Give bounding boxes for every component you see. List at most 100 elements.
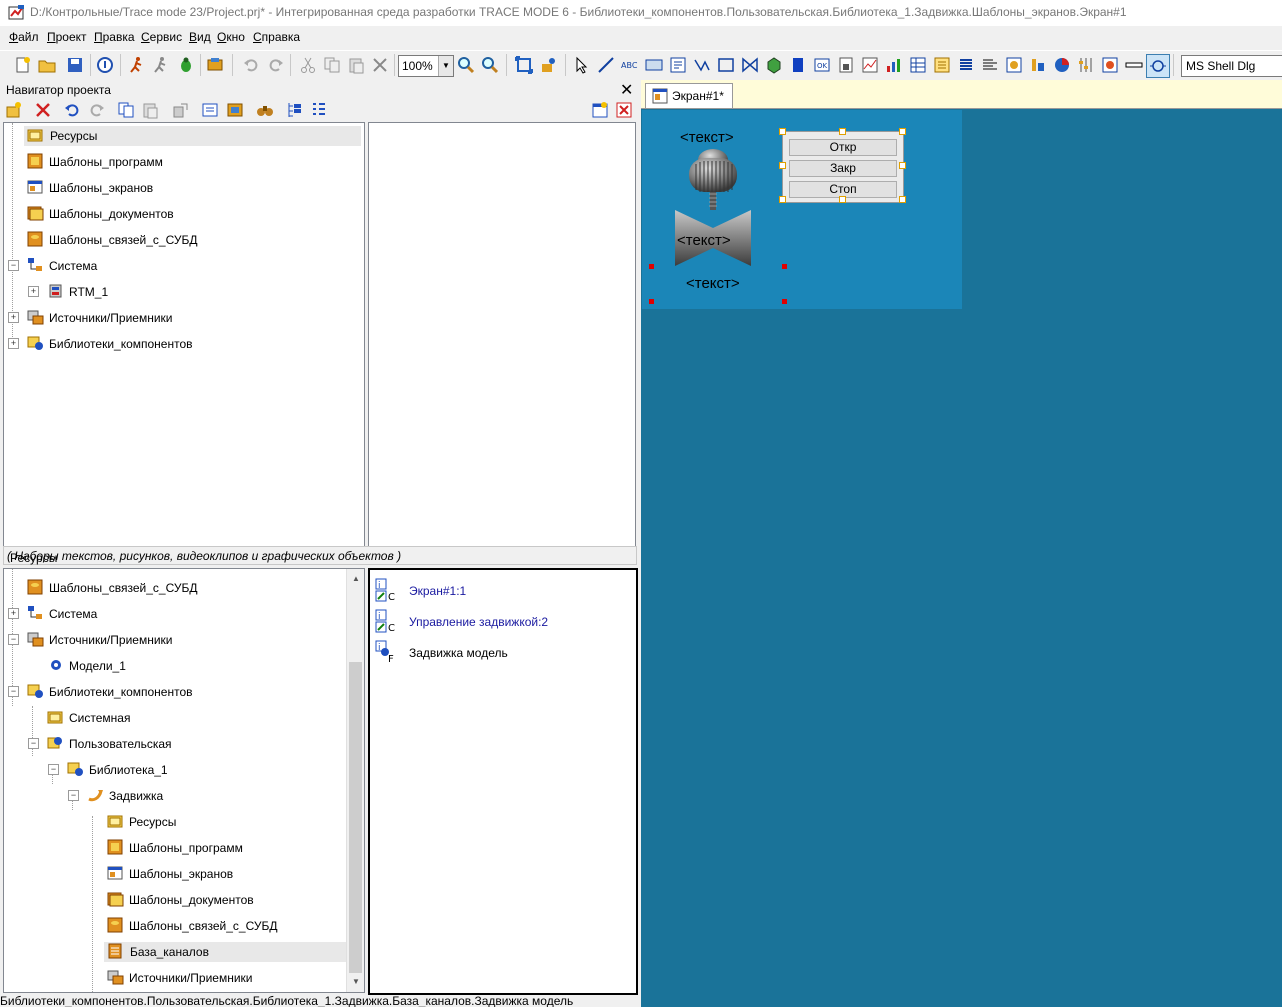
report-tool-icon[interactable] [933,56,951,74]
rectangle-tool-icon[interactable] [717,56,735,74]
chevron-down-icon[interactable]: ▼ [438,56,453,76]
vertical-scrollbar[interactable]: ▲ ▼ [346,569,364,992]
bar-tool-icon[interactable] [789,56,807,74]
tree-collapse-icon[interactable] [310,101,328,119]
paste-icon[interactable] [347,56,365,74]
run-fast-icon[interactable] [152,56,170,74]
ok-button-tool-icon[interactable]: OK [813,56,831,74]
import-icon[interactable] [201,101,219,119]
zoom-select[interactable]: 100% ▼ [398,55,454,77]
open-button[interactable]: Откр [789,139,897,156]
menu-help[interactable]: Справка [253,30,300,44]
tree-item-resources[interactable]: Ресурсы [24,126,361,146]
undo-icon[interactable] [242,56,260,74]
text-box-tool-icon[interactable] [669,56,687,74]
line-tool-icon[interactable] [597,56,615,74]
copy-icon[interactable] [117,101,135,119]
valve-label-bottom[interactable]: <текст> [686,275,740,292]
indicator-tool-icon[interactable] [837,56,855,74]
copy-icon[interactable] [323,56,341,74]
add-window-icon[interactable] [591,101,609,119]
save-icon[interactable] [66,56,84,74]
resize-handle[interactable] [839,196,846,203]
redo-icon[interactable] [267,56,285,74]
close-window-icon[interactable] [615,101,633,119]
menu-view[interactable]: Вид [189,30,211,44]
selection-handle[interactable] [782,299,787,304]
close-icon[interactable]: ✕ [620,80,633,100]
3d-object-tool-icon[interactable] [765,56,783,74]
trend-tool-icon[interactable] [861,56,879,74]
delete-icon[interactable] [371,56,389,74]
resize-handle[interactable] [779,128,786,135]
run-profiler-icon[interactable] [540,56,558,74]
redo-icon[interactable] [88,101,106,119]
pie-tool-icon[interactable] [1053,56,1071,74]
tree-expand-icon[interactable] [286,101,304,119]
tab-screen1[interactable]: Экран#1* [645,83,733,108]
resize-handle[interactable] [779,196,786,203]
menu-project[interactable]: Проект [47,30,87,44]
open-folder-icon[interactable] [38,56,56,74]
valve-control-panel[interactable]: Откр Закр Стоп [782,131,904,203]
resize-handle[interactable] [839,128,846,135]
zoom-out-icon[interactable] [481,56,499,74]
event-tool-icon[interactable] [1005,56,1023,74]
close-button[interactable]: Закр [789,160,897,177]
expand-toggle[interactable]: + [8,312,19,323]
expand-toggle[interactable]: + [8,338,19,349]
pipe-tool-icon[interactable] [1125,56,1143,74]
pointer-icon[interactable] [573,56,591,74]
menu-file[interactable]: Файл [9,30,39,44]
table-tool-icon[interactable] [909,56,927,74]
properties-icon[interactable] [96,56,114,74]
resize-handle[interactable] [899,162,906,169]
scroll-down-icon[interactable]: ▼ [352,977,360,986]
paste-icon[interactable] [141,101,159,119]
collapse-toggle[interactable]: − [48,764,59,775]
expand-toggle[interactable]: + [28,286,39,297]
font-select[interactable]: MS Shell Dlg [1181,55,1282,77]
collapse-toggle[interactable]: − [28,738,39,749]
expand-toggle[interactable]: + [8,608,19,619]
fit-window-icon[interactable] [515,56,533,74]
selection-handle[interactable] [649,264,654,269]
valve-graphic-icon[interactable] [672,148,754,270]
link-icon[interactable] [172,101,190,119]
menu-service[interactable]: Сервис [141,30,182,44]
collapse-toggle[interactable]: − [8,260,19,271]
resize-handle[interactable] [899,128,906,135]
scroll-up-icon[interactable]: ▲ [352,574,360,583]
list-tool-icon[interactable] [957,56,975,74]
text-tool-icon[interactable]: ABC [621,56,639,74]
menu-edit[interactable]: Правка [94,30,135,44]
export-screen-icon[interactable] [226,101,244,119]
cut-icon[interactable] [299,56,317,74]
valve-label-top[interactable]: <текст> [680,129,734,146]
resize-handle[interactable] [899,196,906,203]
export-icon[interactable] [206,56,224,74]
connector-tool-button[interactable] [1146,54,1170,78]
collapse-toggle[interactable]: − [8,634,19,645]
button-tool-icon[interactable] [645,56,663,74]
gauge-tool-icon[interactable] [1029,56,1047,74]
menu-window[interactable]: Окно [217,30,245,44]
collapse-toggle[interactable]: − [68,790,79,801]
tree-item-channel-base[interactable]: База_каналов [104,942,346,962]
new-file-icon[interactable] [14,56,32,74]
histogram-tool-icon[interactable] [885,56,903,74]
remove-item-icon[interactable] [34,101,52,119]
selection-handle[interactable] [649,299,654,304]
resize-handle[interactable] [779,162,786,169]
alarm-tool-icon[interactable] [1101,56,1119,74]
find-binoculars-icon[interactable] [256,101,274,119]
add-item-icon[interactable] [5,101,23,119]
slider-tool-icon[interactable] [1077,56,1095,74]
align-tool-icon[interactable] [981,56,999,74]
debug-bug-icon[interactable] [177,56,195,74]
collapse-toggle[interactable]: − [8,686,19,697]
scrollbar-thumb[interactable] [349,662,362,973]
polyline-tool-icon[interactable] [693,56,711,74]
valve-tool-icon[interactable] [741,56,759,74]
valve-label-mid[interactable]: <текст> [677,232,731,249]
